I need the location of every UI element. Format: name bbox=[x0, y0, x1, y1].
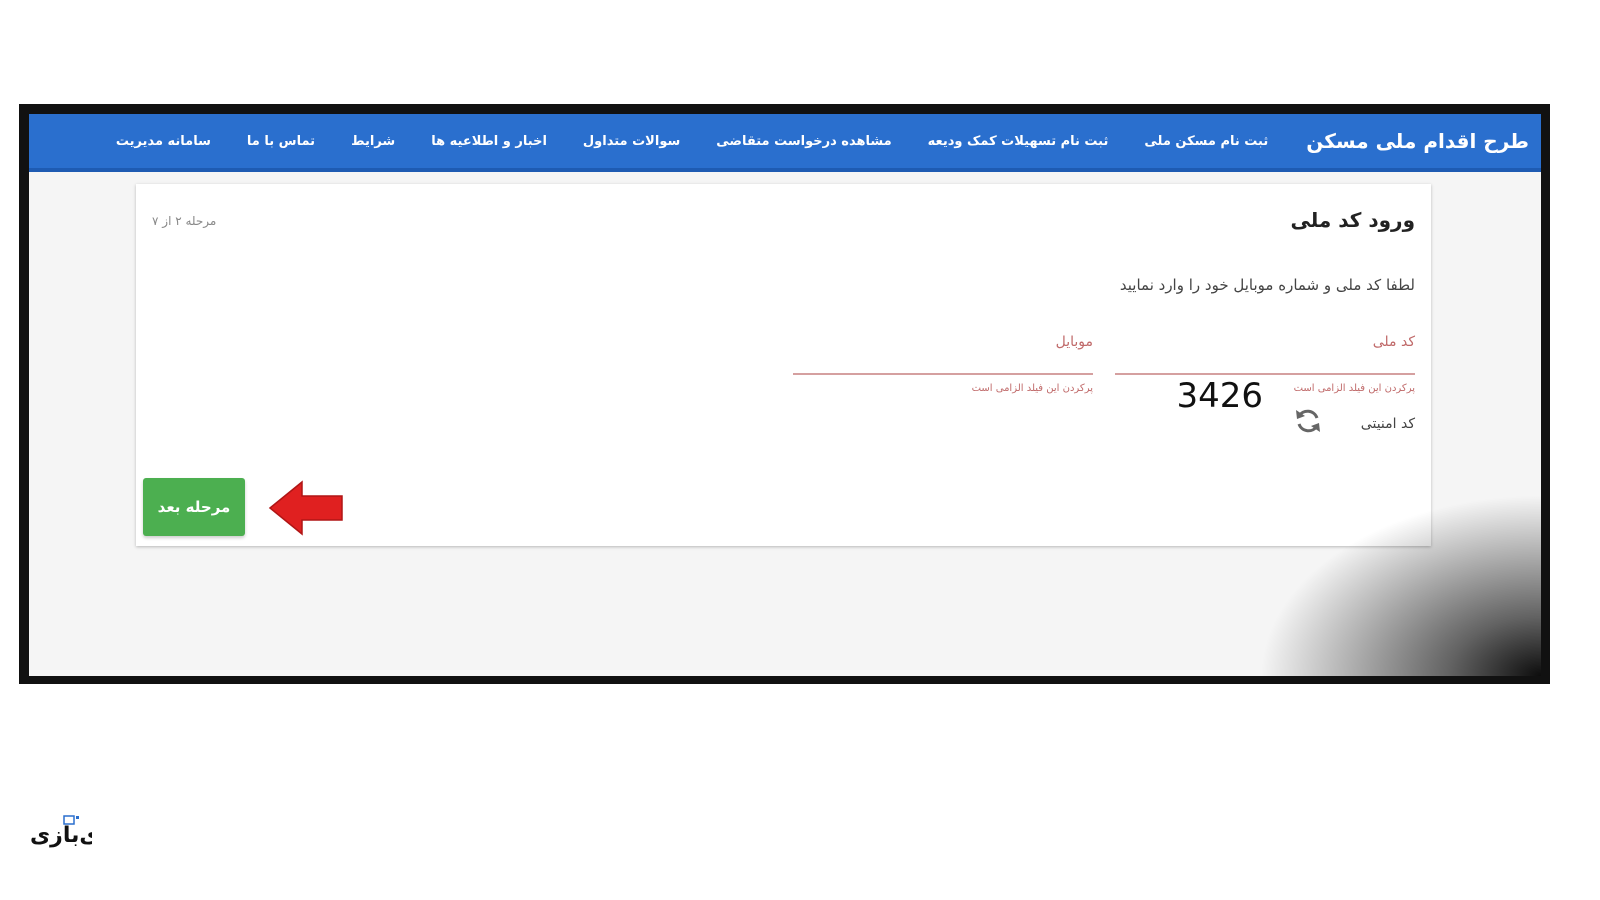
mobile-input[interactable] bbox=[793, 360, 1093, 375]
national-code-field: کد ملی پرکردن این فیلد الزامی است bbox=[1115, 334, 1415, 394]
nav-item-contact[interactable]: تماس با ما bbox=[247, 134, 315, 149]
mobile-label: موبایل bbox=[1055, 334, 1093, 350]
site-brand[interactable]: طرح اقدام ملی مسکن bbox=[1306, 129, 1529, 153]
mobile-field: موبایل پرکردن این فیلد الزامی است bbox=[793, 334, 1093, 394]
refresh-icon[interactable] bbox=[1293, 406, 1323, 436]
nav-item-deposit-loan-register[interactable]: ثبت نام تسهیلات کمک ودیعه bbox=[928, 134, 1109, 149]
national-code-error: پرکردن این فیلد الزامی است bbox=[1293, 383, 1415, 394]
captcha-label: کد امنیتی bbox=[1360, 416, 1415, 432]
nav-item-news[interactable]: اخبار و اطلاعیه ها bbox=[431, 134, 547, 149]
top-navbar: طرح اقدام ملی مسکن ثبت نام مسکن ملی ثبت … bbox=[29, 114, 1541, 172]
nav-item-admin-system[interactable]: سامانه مدیریت bbox=[116, 134, 211, 149]
browser-viewport: طرح اقدام ملی مسکن ثبت نام مسکن ملی ثبت … bbox=[29, 114, 1541, 676]
form-instruction: لطفا کد ملی و شماره موبایل خود را وارد ن… bbox=[1119, 276, 1415, 294]
svg-text:ای‌بازی: ای‌بازی bbox=[30, 823, 92, 848]
red-arrow-icon bbox=[268, 480, 343, 536]
national-code-label: کد ملی bbox=[1372, 334, 1415, 350]
nav-item-faq[interactable]: سوالات متداول bbox=[583, 134, 680, 149]
ebazi-logo: ای‌بازی bbox=[30, 815, 92, 848]
captcha-code: 3426 bbox=[1176, 376, 1263, 416]
national-code-input[interactable] bbox=[1115, 360, 1415, 375]
nav-item-conditions[interactable]: شرایط bbox=[351, 134, 395, 149]
nav-item-national-housing-register[interactable]: ثبت نام مسکن ملی bbox=[1144, 134, 1268, 149]
mobile-error: پرکردن این فیلد الزامی است bbox=[971, 383, 1093, 394]
step-indicator: مرحله ۲ از ۷ bbox=[152, 214, 217, 228]
screenshot-frame: طرح اقدام ملی مسکن ثبت نام مسکن ملی ثبت … bbox=[19, 104, 1550, 684]
next-step-button[interactable]: مرحله بعد bbox=[143, 478, 245, 536]
nav-item-view-request[interactable]: مشاهده درخواست متقاضی bbox=[716, 134, 891, 149]
national-code-form-card: ورود کد ملی مرحله ۲ از ۷ لطفا کد ملی و ش… bbox=[136, 184, 1431, 546]
form-title: ورود کد ملی bbox=[1290, 208, 1415, 232]
